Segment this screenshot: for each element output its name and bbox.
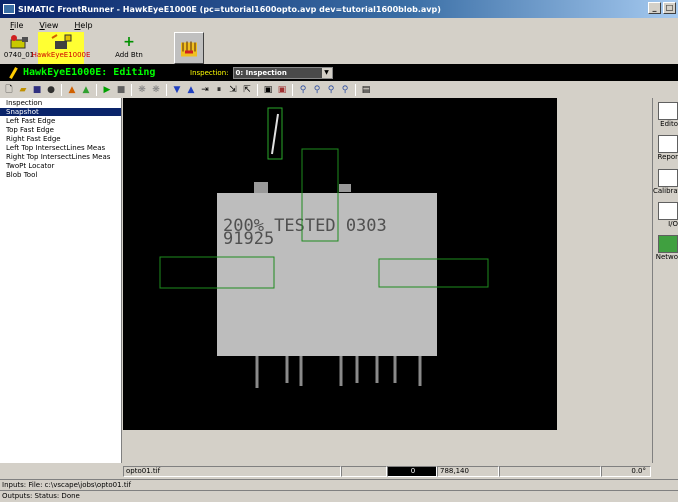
status-empty	[499, 466, 601, 477]
tree-item[interactable]: Inspection	[0, 99, 121, 107]
tree-item[interactable]: TwoPt Locator	[0, 162, 121, 170]
step-out-icon[interactable]: ⇱	[241, 84, 253, 96]
add-button-label: Add Btn	[115, 51, 143, 59]
title-bar: SIMATIC FrontRunner - HawkEyeE1000E (pc=…	[0, 0, 678, 18]
upload-icon[interactable]: ▲	[80, 84, 92, 96]
open-icon[interactable]: ▰	[17, 84, 29, 96]
status-empty	[341, 466, 387, 477]
editor-title: HawkEyeE1000E: Editing	[23, 67, 156, 78]
arrow-down-icon[interactable]: ▼	[171, 84, 183, 96]
toolbar-separator	[355, 84, 356, 96]
arrow-up-icon[interactable]: ▲	[185, 84, 197, 96]
tree-item[interactable]: Left Fast Edge	[0, 117, 121, 125]
minimize-button[interactable]: _	[648, 2, 661, 14]
tree-item[interactable]: Left Top IntersectLines Meas	[0, 144, 121, 152]
record-icon[interactable]: ●	[45, 84, 57, 96]
editor-label: Edito	[660, 120, 678, 128]
camera-plug-icon	[10, 35, 28, 49]
camera-image: 200% TESTED 0303 91925	[123, 98, 557, 430]
editing-bar: HawkEyeE1000E: Editing Inspection: 0: In…	[0, 64, 678, 81]
image-view[interactable]: 200% TESTED 0303 91925	[123, 98, 651, 463]
network-label: Netwo	[655, 253, 678, 261]
pencil-icon	[9, 66, 18, 79]
tree-item[interactable]: Blob Tool	[0, 171, 121, 179]
toolbar-separator	[131, 84, 132, 96]
toolbar-separator	[292, 84, 293, 96]
device-0740-01[interactable]: 0740_01	[0, 32, 38, 64]
menu-help[interactable]: Help	[64, 21, 98, 30]
stop-icon[interactable]: ■	[115, 84, 127, 96]
step-over-icon[interactable]: ⇲	[227, 84, 239, 96]
network-icon	[658, 235, 678, 253]
tree-item[interactable]: Snapshot	[0, 108, 121, 116]
step-all-icon[interactable]: ❋	[150, 84, 162, 96]
toolbar-separator	[61, 84, 62, 96]
status-file: opto01.tif	[123, 466, 341, 477]
download-icon[interactable]: ▲	[66, 84, 78, 96]
save-icon[interactable]: ■	[31, 84, 43, 96]
report-button[interactable]: Repor	[653, 135, 678, 161]
image-status-bar: opto01.tif 0 788,140 0.0°	[123, 466, 651, 477]
io-button[interactable]: I/O	[653, 202, 678, 228]
zoom-out-icon[interactable]: ⚲	[311, 84, 323, 96]
pause-icon[interactable]: ⏸	[213, 84, 225, 96]
step-tree: Inspection Snapshot Left Fast Edge Top F…	[0, 98, 122, 463]
status-coords: 788,140	[437, 466, 499, 477]
device-bar: 0740_01 HawkEyeE1000E + Add Btn	[0, 32, 678, 64]
menu-view[interactable]: View	[29, 21, 64, 30]
camera-icon[interactable]: ▣	[262, 84, 274, 96]
io-icon	[658, 202, 678, 220]
inspection-value: 0: Inspection	[235, 68, 287, 77]
report-icon	[658, 135, 678, 153]
toolbar-separator	[257, 84, 258, 96]
calibration-button[interactable]: Calibrati	[653, 169, 678, 195]
camera-settings-icon[interactable]: ▣	[276, 84, 288, 96]
inputs-status: Inputs: File: c:\vscape\jobs\opto01.tif	[0, 479, 678, 489]
outputs-status: Outputs: Status: Done	[0, 490, 678, 501]
toolbar-separator	[166, 84, 167, 96]
tree-item[interactable]: Right Fast Edge	[0, 135, 121, 143]
zoom-in-icon[interactable]: ⚲	[297, 84, 309, 96]
device-label: HawkEyeE1000E	[31, 51, 91, 59]
run-icon[interactable]: ▶	[101, 84, 113, 96]
tree-item[interactable]: Right Top IntersectLines Meas	[0, 153, 121, 161]
toolbar: 🗋 ▰ ■ ● ▲ ▲ ▶ ■ ❋ ❋ ▼ ▲ ⇥ ⏸ ⇲ ⇱ ▣ ▣ ⚲ ⚲ …	[0, 82, 678, 98]
tree-item[interactable]: Top Fast Edge	[0, 126, 121, 134]
menu-bar: File View Help	[0, 19, 678, 32]
calibration-label: Calibrati	[653, 187, 678, 195]
editor-icon	[658, 102, 678, 120]
zoom-reset-icon[interactable]: ⚲	[339, 84, 351, 96]
menu-file[interactable]: File	[0, 21, 29, 30]
inspection-select[interactable]: 0: Inspection ▼	[232, 66, 333, 79]
hands-icon	[181, 41, 197, 57]
io-label: I/O	[668, 220, 678, 228]
app-icon	[3, 4, 15, 14]
camera-lock-icon	[51, 34, 72, 49]
right-panel: Edito Repor Calibrati I/O Netwo	[652, 98, 678, 463]
network-button[interactable]: Netwo	[653, 235, 678, 261]
new-icon[interactable]: 🗋	[3, 84, 15, 96]
part-marking-line2: 91925	[223, 229, 274, 249]
add-button[interactable]: + Add Btn	[112, 32, 146, 64]
step-icon[interactable]: ❋	[136, 84, 148, 96]
report-label: Repor	[657, 153, 678, 161]
window-title: SIMATIC FrontRunner - HawkEyeE1000E (pc=…	[18, 4, 441, 14]
chevron-down-icon[interactable]: ▼	[321, 67, 332, 78]
properties-icon[interactable]: ▤	[360, 84, 372, 96]
toolbar-separator	[96, 84, 97, 96]
maximize-button[interactable]: □	[663, 2, 676, 14]
inspection-label: Inspection:	[190, 68, 229, 77]
plus-icon: +	[123, 34, 135, 50]
status-angle: 0.0°	[601, 466, 651, 477]
status-value: 0	[387, 466, 437, 477]
calibration-icon	[658, 169, 678, 187]
zoom-fit-icon[interactable]: ⚲	[325, 84, 337, 96]
editor-button[interactable]: Edito	[653, 102, 678, 128]
step-into-icon[interactable]: ⇥	[199, 84, 211, 96]
hands-button[interactable]	[174, 32, 204, 64]
device-hawkeye[interactable]: HawkEyeE1000E	[32, 32, 90, 64]
